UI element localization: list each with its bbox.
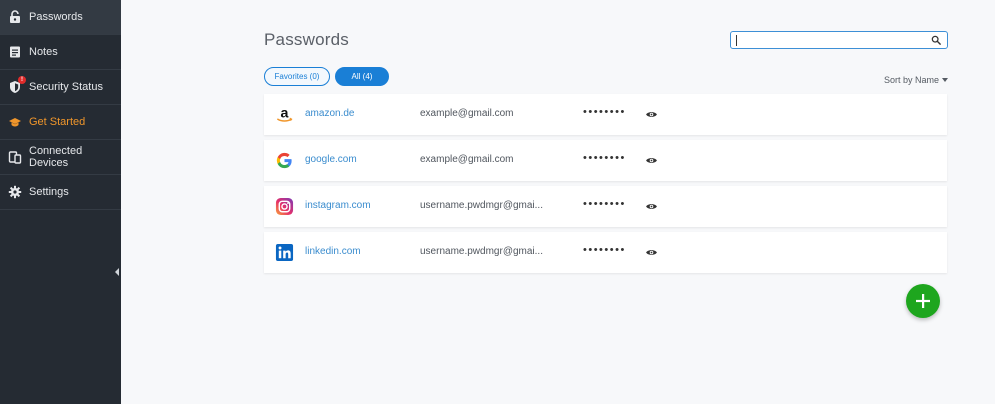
sidebar-item-label: Get Started bbox=[29, 116, 86, 128]
password-row-instagram[interactable]: instagram.com username.pwdmgr@gmai... ••… bbox=[264, 186, 947, 227]
site-link[interactable]: amazon.de bbox=[305, 108, 354, 119]
password-mask: •••••••• bbox=[583, 198, 626, 210]
username: example@gmail.com bbox=[420, 108, 514, 119]
search-input[interactable] bbox=[731, 32, 928, 48]
shield-icon: ! bbox=[8, 76, 26, 94]
sidebar-item-label: Settings bbox=[29, 186, 69, 198]
linkedin-logo-icon bbox=[274, 242, 295, 263]
filter-all-button[interactable]: All (4) bbox=[335, 67, 389, 86]
sidebar-collapse-handle[interactable] bbox=[115, 268, 119, 276]
password-mask: •••••••• bbox=[583, 152, 626, 164]
username: username.pwdmgr@gmai... bbox=[420, 200, 543, 211]
password-mask: •••••••• bbox=[583, 106, 626, 118]
main-content: Passwords Favorites (0) All (4) Sort by … bbox=[121, 0, 995, 404]
password-row-google[interactable]: google.com example@gmail.com •••••••• bbox=[264, 140, 947, 181]
add-icon bbox=[916, 294, 930, 308]
sidebar-item-label: Notes bbox=[29, 46, 58, 58]
sidebar-item-connected-devices[interactable]: Connected Devices bbox=[0, 140, 121, 175]
sidebar: Passwords Notes ! Security Status Get St… bbox=[0, 0, 121, 404]
search-box[interactable] bbox=[730, 31, 948, 49]
note-icon bbox=[8, 45, 22, 59]
eye-icon[interactable] bbox=[644, 246, 658, 258]
password-mask: •••••••• bbox=[583, 244, 626, 256]
password-row-linkedin[interactable]: linkedin.com username.pwdmgr@gmai... •••… bbox=[264, 232, 947, 273]
text-caret bbox=[736, 35, 737, 46]
sidebar-item-notes[interactable]: Notes bbox=[0, 35, 121, 70]
instagram-logo-icon bbox=[274, 196, 295, 217]
site-link[interactable]: google.com bbox=[305, 154, 357, 165]
password-list: a amazon.de example@gmail.com •••••••• g… bbox=[264, 94, 947, 278]
eye-icon[interactable] bbox=[644, 200, 658, 212]
search-icon[interactable] bbox=[928, 32, 944, 48]
key-icon bbox=[8, 10, 22, 24]
filter-favorites-button[interactable]: Favorites (0) bbox=[264, 67, 330, 86]
eye-icon[interactable] bbox=[644, 108, 658, 120]
sort-dropdown[interactable]: Sort by Name bbox=[884, 75, 949, 85]
sidebar-item-passwords[interactable]: Passwords bbox=[0, 0, 121, 35]
eye-icon[interactable] bbox=[644, 154, 658, 166]
graduation-cap-icon bbox=[8, 115, 22, 129]
username: username.pwdmgr@gmai... bbox=[420, 246, 543, 257]
site-link[interactable]: linkedin.com bbox=[305, 246, 361, 257]
password-row-amazon[interactable]: a amazon.de example@gmail.com •••••••• bbox=[264, 94, 947, 135]
sidebar-item-get-started[interactable]: Get Started bbox=[0, 105, 121, 140]
svg-text:a: a bbox=[281, 105, 290, 121]
amazon-logo-icon: a bbox=[274, 104, 295, 125]
sidebar-item-label: Passwords bbox=[29, 11, 83, 23]
sidebar-item-settings[interactable]: Settings bbox=[0, 175, 121, 210]
page-title: Passwords bbox=[264, 30, 349, 49]
caret-down-icon bbox=[942, 78, 949, 82]
sidebar-item-label: Security Status bbox=[29, 81, 103, 93]
add-password-button[interactable] bbox=[906, 284, 940, 318]
gear-icon bbox=[8, 185, 22, 199]
username: example@gmail.com bbox=[420, 154, 514, 165]
sort-label: Sort by Name bbox=[884, 75, 940, 85]
google-logo-icon bbox=[274, 150, 295, 171]
site-link[interactable]: instagram.com bbox=[305, 200, 371, 211]
devices-icon bbox=[8, 150, 22, 164]
sidebar-item-security-status[interactable]: ! Security Status bbox=[0, 70, 121, 105]
alert-badge: ! bbox=[18, 76, 26, 84]
sidebar-item-label: Connected Devices bbox=[29, 145, 83, 169]
